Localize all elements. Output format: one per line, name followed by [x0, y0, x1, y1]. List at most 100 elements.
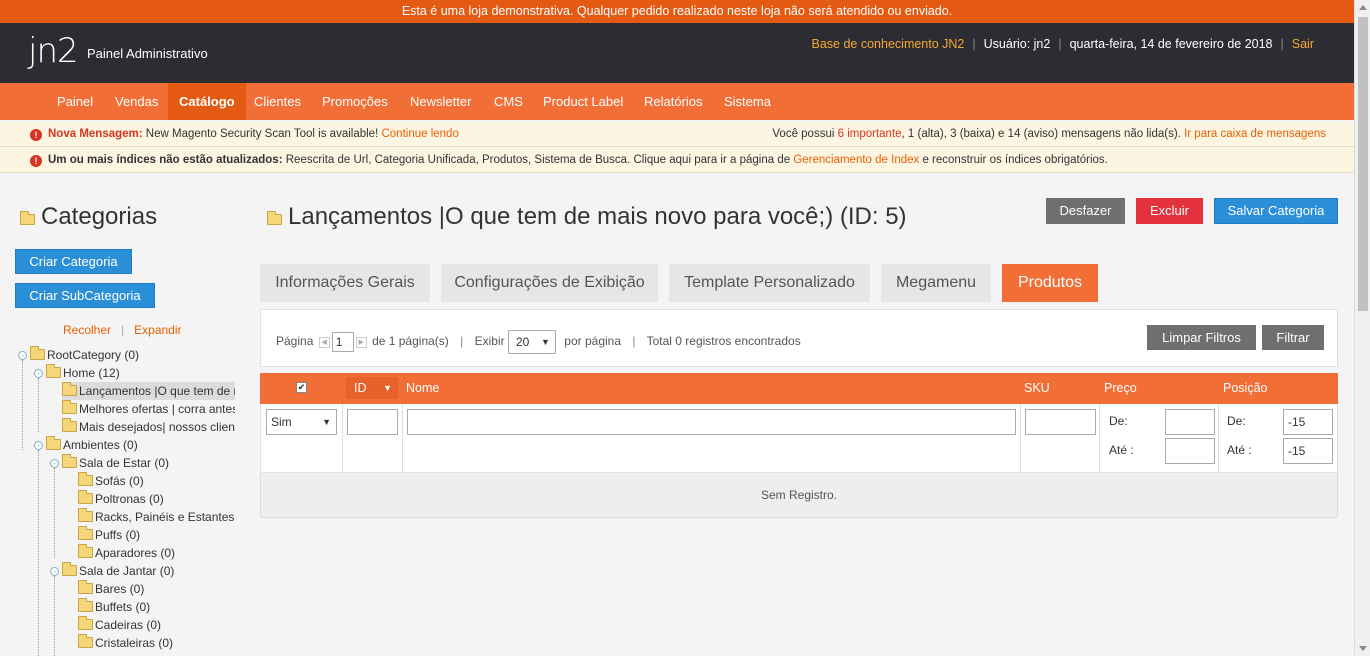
system-message-bar: ! Nova Mensagem: New Magento Security Sca… — [0, 122, 1354, 147]
index-management-link[interactable]: Gerenciamento de Index — [793, 154, 919, 166]
page-title: Lançamentos |O que tem de mais novo para… — [267, 203, 907, 231]
grid-header: ✔ ID ▼ Nome SKU Preço Posição — [260, 373, 1338, 404]
filter-button[interactable]: Filtrar — [1262, 325, 1324, 350]
price-from-input[interactable] — [1165, 409, 1215, 435]
pager: Página ◀ 1 ▶ de 1 página(s) | Exibir 20 ▼ p… — [276, 330, 801, 354]
scrollbar-thumb[interactable] — [1358, 17, 1368, 311]
expand-all-link[interactable]: Expandir — [134, 323, 181, 337]
collapse-toggle-icon[interactable]: - — [50, 459, 59, 468]
tree-node-poltronas[interactable]: Poltronas (0) — [78, 490, 164, 508]
position-to-label: Até : — [1227, 443, 1252, 457]
index-message-bar: ! Um ou mais índices não estão atualizado… — [0, 147, 1354, 173]
in-category-filter-select[interactable]: Sim ▼ — [266, 409, 337, 435]
create-subcategory-button[interactable]: Criar SubCategoria — [15, 283, 155, 308]
tree-node-bares[interactable]: Bares (0) — [78, 580, 144, 598]
tree-node-aparadores[interactable]: Aparadores (0) — [78, 544, 175, 562]
nav-newsletter[interactable]: Newsletter — [410, 83, 471, 120]
inbox-link[interactable]: Ir para caixa de mensagens — [1184, 128, 1326, 140]
tree-node-melhores-ofertas[interactable]: Melhores ofertas | corra antes que acabe… — [62, 400, 235, 418]
nav-vendas[interactable]: Vendas — [115, 83, 158, 120]
price-column-header[interactable]: Preço — [1104, 373, 1137, 404]
tab-informacoes-gerais[interactable]: Informações Gerais — [260, 264, 430, 302]
tree-node-racks[interactable]: Racks, Painéis e Estantes (0) — [78, 508, 235, 526]
tab-produtos[interactable]: Produtos — [1002, 264, 1098, 302]
important-count-link[interactable]: 6 importante — [838, 128, 902, 140]
categories-heading: Categorias — [20, 203, 157, 231]
nav-painel[interactable]: Painel — [57, 83, 93, 120]
show-label: Exibir — [474, 334, 505, 349]
folder-icon — [78, 616, 93, 630]
folder-icon — [78, 598, 93, 612]
price-to-input[interactable] — [1165, 438, 1215, 464]
page-count: de 1 página(s) — [372, 334, 449, 349]
collapse-toggle-icon[interactable]: - — [34, 369, 43, 378]
logout-link[interactable]: Sair — [1292, 37, 1314, 51]
tree-node-cristaleiras[interactable]: Cristaleiras (0) — [78, 634, 173, 652]
tree-node-lancamentos[interactable]: Lançamentos |O que tem de mais novo para… — [62, 382, 235, 400]
scroll-up-icon[interactable] — [1359, 5, 1367, 10]
page-scrollbar[interactable] — [1354, 0, 1370, 656]
tree-node-puffs[interactable]: Puffs (0) — [78, 526, 140, 544]
tree-node-ambientes[interactable]: Ambientes (0) — [46, 436, 138, 454]
grid-filter-row: Sim ▼ De: Até : De: -15 Até : -15 — [260, 404, 1338, 473]
header-links: Base de conhecimento JN2 | Usuário: jn2 | qu… — [811, 37, 1314, 51]
sku-column-header[interactable]: SKU — [1024, 373, 1050, 404]
nav-promocoes[interactable]: Promoções — [322, 83, 388, 120]
tree-node-mais-desejados[interactable]: Mais desejados| nossos clientes amam (5) — [62, 418, 235, 436]
per-page-label: por página — [564, 334, 622, 349]
undo-button[interactable]: Desfazer — [1046, 198, 1125, 224]
sku-filter-input[interactable] — [1025, 409, 1096, 435]
nav-product-label[interactable]: Product Label — [543, 83, 623, 120]
tree-node-root[interactable]: RootCategory (0) — [30, 346, 139, 364]
price-from-label: De: — [1109, 414, 1128, 428]
folder-icon — [62, 562, 77, 576]
name-filter-input[interactable] — [407, 409, 1016, 435]
alert-icon: ! — [30, 155, 42, 167]
nav-cms[interactable]: CMS — [494, 83, 523, 120]
id-column-header[interactable]: ID ▼ — [346, 377, 398, 399]
demo-store-notice: Esta é uma loja demonstrativa. Qualquer … — [0, 0, 1354, 23]
position-from-input[interactable]: -15 — [1283, 409, 1333, 435]
clear-filters-button[interactable]: Limpar Filtros — [1147, 325, 1256, 350]
folder-icon — [62, 418, 77, 432]
nav-sistema[interactable]: Sistema — [724, 83, 771, 120]
tree-node-sala-de-estar[interactable]: Sala de Estar (0) — [62, 454, 169, 472]
collapse-toggle-icon[interactable]: - — [18, 351, 27, 360]
folder-icon — [267, 211, 282, 225]
next-page-icon[interactable]: ▶ — [355, 336, 367, 348]
brand-logo[interactable]: jn2 — [28, 31, 79, 71]
tree-node-cadeiras[interactable]: Cadeiras (0) — [78, 616, 161, 634]
page-input[interactable]: 1 — [331, 332, 354, 352]
folder-icon — [46, 436, 61, 450]
create-category-button[interactable]: Criar Categoria — [15, 249, 132, 274]
scroll-down-icon[interactable] — [1359, 646, 1367, 651]
tree-node-sala-de-jantar[interactable]: Sala de Jantar (0) — [62, 562, 174, 580]
tree-node-sofas[interactable]: Sofás (0) — [78, 472, 144, 490]
id-filter-input[interactable] — [347, 409, 398, 435]
tab-template-personalizado[interactable]: Template Personalizado — [669, 264, 870, 302]
tree-node-home[interactable]: Home (12) — [46, 364, 120, 382]
tree-node-buffets[interactable]: Buffets (0) — [78, 598, 150, 616]
save-category-button[interactable]: Salvar Categoria — [1214, 198, 1338, 224]
collapse-toggle-icon[interactable]: - — [50, 567, 59, 576]
collapse-toggle-icon[interactable]: - — [34, 441, 43, 450]
chevron-down-icon: ▼ — [322, 417, 331, 427]
folder-icon — [78, 634, 93, 648]
admin-panel-label: Painel Administrativo — [87, 46, 208, 61]
position-column-header[interactable]: Posição — [1223, 373, 1267, 404]
nav-relatorios[interactable]: Relatórios — [644, 83, 703, 120]
name-column-header[interactable]: Nome — [406, 373, 439, 404]
per-page-select[interactable]: 20 ▼ — [507, 330, 556, 354]
collapse-all-link[interactable]: Recolher — [63, 323, 111, 337]
delete-button[interactable]: Excluir — [1136, 198, 1203, 224]
folder-icon — [78, 526, 93, 540]
prev-page-icon[interactable]: ◀ — [318, 336, 330, 348]
continue-reading-link[interactable]: Continue lendo — [381, 128, 458, 140]
select-all-checkbox[interactable]: ✔ — [296, 382, 307, 393]
nav-clientes[interactable]: Clientes — [254, 83, 301, 120]
nav-catalogo[interactable]: Catálogo — [168, 83, 246, 120]
position-to-input[interactable]: -15 — [1283, 438, 1333, 464]
knowledge-base-link[interactable]: Base de conhecimento JN2 — [812, 37, 965, 51]
tab-megamenu[interactable]: Megamenu — [881, 264, 991, 302]
tab-configuracoes-exibicao[interactable]: Configurações de Exibição — [441, 264, 658, 302]
